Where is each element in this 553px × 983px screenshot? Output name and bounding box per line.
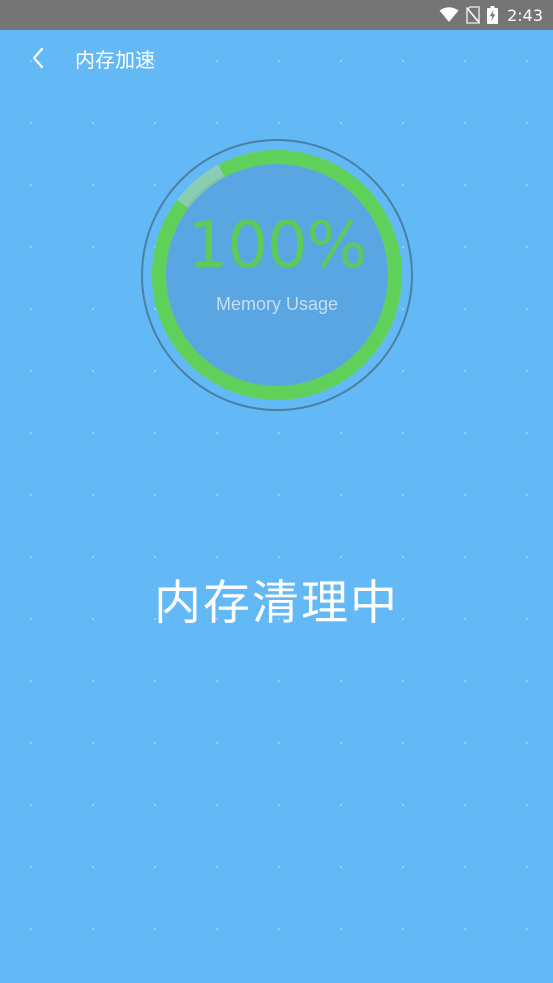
memory-usage-label: Memory Usage	[215, 294, 339, 314]
cleaning-status-text: 内存清理中	[154, 576, 399, 631]
memory-gauge: 100% Memory Usage	[139, 137, 415, 413]
no-sim-icon	[466, 6, 481, 24]
app-bar: 内存加速	[0, 30, 553, 90]
memory-usage-value: 100%	[187, 209, 368, 283]
chevron-left-icon	[30, 46, 46, 74]
wifi-icon	[439, 7, 459, 23]
back-button[interactable]	[24, 46, 52, 74]
page-title: 内存加速	[75, 48, 155, 72]
status-icons: 2:43	[439, 0, 543, 30]
status-bar: 2:43	[0, 0, 553, 30]
battery-charging-icon	[487, 6, 499, 24]
status-time: 2:43	[507, 5, 543, 25]
